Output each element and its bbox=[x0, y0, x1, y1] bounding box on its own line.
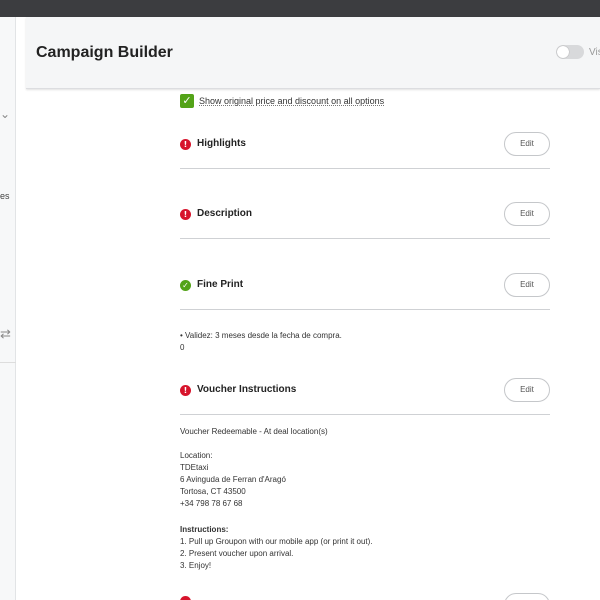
instruction-line: 1. Pull up Groupon with our mobile app (… bbox=[180, 537, 373, 546]
edit-voucher-instructions-button[interactable]: Edit bbox=[504, 378, 550, 402]
error-icon: ! bbox=[180, 385, 191, 396]
location-line: Tortosa, CT 43500 bbox=[180, 487, 246, 496]
location-line: +34 798 78 67 68 bbox=[180, 499, 243, 508]
section-title: Fine Print bbox=[197, 279, 244, 290]
error-icon: ! bbox=[180, 139, 191, 150]
sidebar: ⌄ es ⇄ bbox=[0, 17, 16, 600]
show-original-price-label[interactable]: Show original price and discount on all … bbox=[199, 96, 384, 106]
edit-description-button[interactable]: Edit bbox=[504, 202, 550, 226]
checkmark-icon: ✓ bbox=[180, 280, 191, 291]
sidebar-item-label[interactable]: es bbox=[0, 191, 10, 201]
show-original-price-option[interactable]: ✓ Show original price and discount on al… bbox=[180, 93, 384, 109]
location-line: TDEtaxi bbox=[180, 463, 209, 472]
voucher-redeemable: Voucher Redeemable - At deal location(s) bbox=[180, 427, 328, 436]
page-title: Campaign Builder bbox=[36, 44, 173, 61]
fine-print-extra: 0 bbox=[180, 343, 185, 352]
instruction-line: 2. Present voucher upon arrival. bbox=[180, 549, 294, 558]
section-highlights: ! Highlights Edit bbox=[180, 131, 550, 169]
top-bar bbox=[0, 0, 600, 17]
location-line: 6 Avinguda de Ferran d'Aragó bbox=[180, 475, 286, 484]
error-icon bbox=[180, 596, 191, 600]
sidebar-divider bbox=[0, 362, 16, 363]
visibility-toggle[interactable] bbox=[556, 45, 584, 59]
location-label: Location: bbox=[180, 451, 213, 460]
toggle-label: Vis bbox=[589, 47, 600, 58]
edit-button[interactable] bbox=[504, 593, 550, 600]
edit-fine-print-button[interactable]: Edit bbox=[504, 273, 550, 297]
page-header: Campaign Builder Vis bbox=[26, 17, 600, 89]
section-fine-print: ✓ Fine Print Edit bbox=[180, 272, 550, 310]
instructions-label: Instructions: bbox=[180, 525, 229, 534]
voucher-content: Voucher Redeemable - At deal location(s)… bbox=[180, 426, 373, 572]
swap-arrows-icon[interactable]: ⇄ bbox=[0, 326, 11, 342]
chevron-down-icon[interactable]: ⌄ bbox=[0, 107, 10, 121]
toggle-knob bbox=[557, 46, 569, 58]
section-title: Highlights bbox=[197, 138, 246, 149]
section-voucher-instructions: ! Voucher Instructions Edit bbox=[180, 377, 550, 415]
fine-print-content: • Validez: 3 meses desde la fecha de com… bbox=[180, 330, 342, 354]
edit-highlights-button[interactable]: Edit bbox=[504, 132, 550, 156]
fine-print-bullet: • Validez: 3 meses desde la fecha de com… bbox=[180, 331, 342, 340]
error-icon: ! bbox=[180, 209, 191, 220]
instruction-line: 3. Enjoy! bbox=[180, 561, 212, 570]
section-description: ! Description Edit bbox=[180, 201, 550, 239]
section-title: Description bbox=[197, 208, 253, 219]
section-title: Voucher Instructions bbox=[197, 384, 297, 395]
checkbox-checked-icon[interactable]: ✓ bbox=[180, 94, 194, 108]
fine-print-bullet-text: Validez: 3 meses desde la fecha de compr… bbox=[185, 331, 342, 340]
